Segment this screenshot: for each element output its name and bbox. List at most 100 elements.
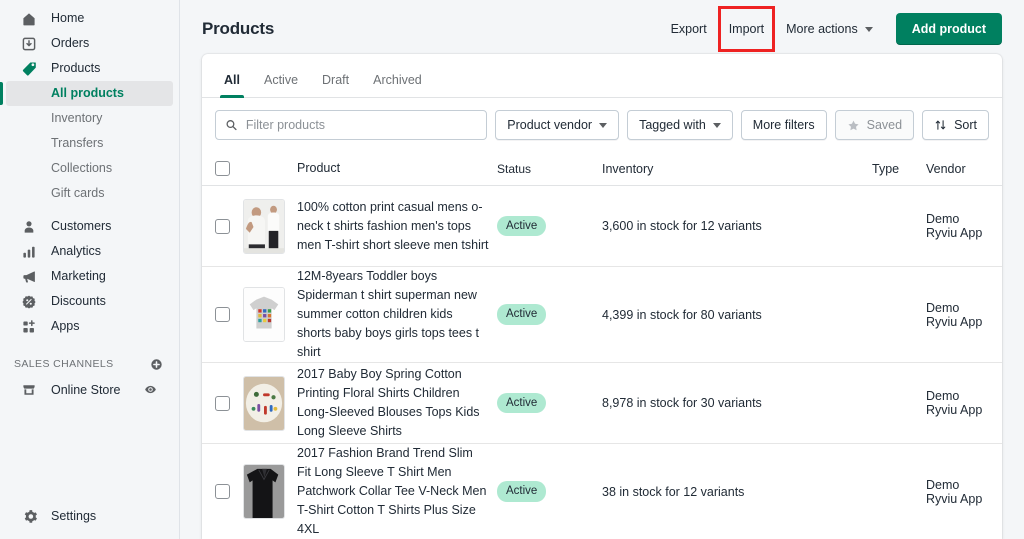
products-tag-icon [20, 60, 38, 78]
sidebar-item-label: Marketing [51, 270, 106, 283]
search-icon [225, 118, 238, 132]
search-input[interactable] [246, 118, 477, 132]
product-thumbnail-cell [243, 199, 297, 254]
tab-active[interactable]: Active [254, 74, 308, 98]
sidebar-item-inventory[interactable]: Inventory [6, 106, 173, 131]
search-box[interactable] [215, 110, 487, 140]
add-product-button[interactable]: Add product [896, 13, 1002, 45]
grey-kids-tshirt-photo [243, 287, 285, 342]
add-sales-channel-icon[interactable] [150, 358, 163, 371]
product-thumbnail-cell [243, 287, 297, 342]
tagged-with-filter-button[interactable]: Tagged with [627, 110, 733, 140]
saved-filter-button[interactable]: Saved [835, 110, 914, 140]
select-all-cell [215, 161, 243, 176]
tagged-with-label: Tagged with [639, 118, 706, 132]
row-checkbox[interactable] [215, 396, 230, 411]
sidebar-subitem-label: Transfers [51, 137, 103, 150]
product-vendor-filter-button[interactable]: Product vendor [495, 110, 619, 140]
product-title[interactable]: 2017 Fashion Brand Trend Slim Fit Long S… [297, 444, 497, 539]
sidebar-item-settings[interactable]: Settings [6, 504, 173, 529]
more-filters-button[interactable]: More filters [741, 110, 827, 140]
sidebar-item-marketing[interactable]: Marketing [6, 264, 173, 289]
table-row[interactable]: 12M-8years Toddler boys Spiderman t shir… [202, 267, 1002, 363]
sidebar-divider-space [0, 206, 179, 214]
sidebar-item-collections[interactable]: Collections [6, 156, 173, 181]
vendor-text: Demo Ryviu App [926, 478, 989, 506]
gear-icon [20, 508, 38, 526]
floral-baby-shirt-photo [243, 376, 285, 431]
status-badge: Active [497, 216, 546, 237]
column-header-product: Product [297, 159, 497, 178]
column-header-vendor: Vendor [926, 162, 989, 176]
import-button[interactable]: Import [718, 15, 775, 43]
more-actions-label: More actions [786, 22, 858, 36]
table-header: Product Status Inventory Type Vendor [202, 152, 1002, 186]
sidebar-item-apps[interactable]: Apps [6, 314, 173, 339]
sidebar-item-label: Discounts [51, 295, 106, 308]
table-row[interactable]: 2017 Baby Boy Spring Cotton Printing Flo… [202, 363, 1002, 444]
row-checkbox[interactable] [215, 484, 230, 499]
select-all-checkbox[interactable] [215, 161, 230, 176]
saved-label: Saved [867, 118, 902, 132]
customer-icon [20, 218, 38, 236]
row-select-cell [215, 219, 243, 234]
sidebar-item-home[interactable]: Home [6, 6, 173, 31]
sidebar-item-label: Apps [51, 320, 80, 333]
sidebar-item-all-products[interactable]: All products [6, 81, 173, 106]
page-header: Products Export Import More actions Add … [180, 0, 1024, 54]
status-badge: Active [497, 304, 546, 325]
sidebar-subitem-label: All products [51, 87, 124, 100]
sidebar-item-products[interactable]: Products [6, 56, 173, 81]
row-checkbox[interactable] [215, 307, 230, 322]
main-content: Products Export Import More actions Add … [180, 0, 1024, 539]
chevron-down-icon [713, 123, 721, 128]
sidebar-item-customers[interactable]: Customers [6, 214, 173, 239]
import-button-highlight-wrapper: Import [718, 15, 775, 43]
table-row[interactable]: 100% cotton print casual mens o-neck t s… [202, 186, 1002, 267]
men-white-tshirt-photo [243, 199, 285, 254]
row-checkbox[interactable] [215, 219, 230, 234]
sidebar-item-transfers[interactable]: Transfers [6, 131, 173, 156]
vendor-text: Demo Ryviu App [926, 212, 989, 240]
vendor-text: Demo Ryviu App [926, 389, 989, 417]
sidebar-item-discounts[interactable]: Discounts [6, 289, 173, 314]
column-header-inventory: Inventory [602, 162, 872, 176]
sidebar-item-label: Settings [51, 510, 96, 523]
more-actions-button[interactable]: More actions [775, 15, 884, 43]
sidebar-item-label: Products [51, 62, 100, 75]
sidebar-item-label: Analytics [51, 245, 101, 258]
column-header-status: Status [497, 162, 602, 176]
product-thumbnail-cell [243, 376, 297, 431]
product-title[interactable]: 100% cotton print casual mens o-neck t s… [297, 198, 497, 255]
discount-tag-icon [20, 293, 38, 311]
tab-draft[interactable]: Draft [312, 74, 359, 98]
sidebar-item-gift-cards[interactable]: Gift cards [6, 181, 173, 206]
tab-all[interactable]: All [214, 74, 250, 98]
active-indicator [0, 82, 3, 105]
page-title: Products [202, 19, 274, 39]
sidebar-subitem-label: Gift cards [51, 187, 105, 200]
filter-bar: Product vendor Tagged with More filters … [202, 98, 1002, 152]
sidebar-item-orders[interactable]: Orders [6, 31, 173, 56]
table-row[interactable]: 2017 Fashion Brand Trend Slim Fit Long S… [202, 444, 1002, 539]
sidebar: Home Orders Products All products Invent… [0, 0, 180, 539]
orders-icon [20, 35, 38, 53]
sidebar-item-online-store[interactable]: Online Store [6, 377, 173, 402]
sort-button[interactable]: Sort [922, 110, 989, 140]
sort-label: Sort [954, 118, 977, 132]
tab-archived[interactable]: Archived [363, 74, 432, 98]
inventory-text: 8,978 in stock for 30 variants [602, 396, 872, 410]
row-select-cell [215, 307, 243, 322]
chevron-down-icon [599, 123, 607, 128]
product-title[interactable]: 2017 Baby Boy Spring Cotton Printing Flo… [297, 365, 497, 441]
sidebar-item-label: Online Store [51, 383, 144, 397]
product-title[interactable]: 12M-8years Toddler boys Spiderman t shir… [297, 267, 497, 362]
star-icon [847, 119, 860, 132]
preview-eye-icon[interactable] [144, 383, 157, 396]
sidebar-item-analytics[interactable]: Analytics [6, 239, 173, 264]
status-cell: Active [497, 216, 602, 237]
status-cell: Active [497, 393, 602, 414]
inventory-text: 4,399 in stock for 80 variants [602, 308, 872, 322]
apps-grid-plus-icon [20, 318, 38, 336]
export-button[interactable]: Export [660, 15, 718, 43]
